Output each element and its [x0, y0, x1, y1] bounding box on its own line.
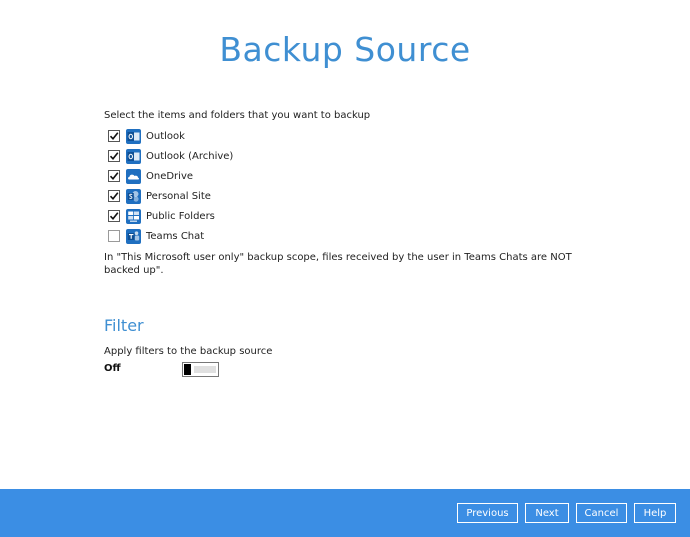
item-label-onedrive: OneDrive — [146, 170, 194, 182]
onedrive-icon — [126, 168, 141, 184]
check-icon — [109, 192, 119, 201]
cancel-button[interactable]: Cancel — [576, 503, 627, 523]
list-item-outlook: Outlook — [108, 126, 233, 146]
public-folders-checkbox[interactable] — [108, 210, 120, 222]
outlook-icon — [126, 128, 141, 144]
check-icon — [109, 172, 119, 181]
outlook-checkbox[interactable] — [108, 130, 120, 142]
backup-source-list: Outlook Outlook (Archive) OneDrive Perso… — [108, 126, 233, 246]
item-label-teams-chat: Teams Chat — [146, 230, 205, 242]
list-item-outlook-archive: Outlook (Archive) — [108, 146, 233, 166]
filter-description: Apply filters to the backup source — [104, 346, 273, 357]
item-label-personal-site: Personal Site — [146, 190, 211, 202]
page-title: Backup Source — [219, 30, 471, 69]
check-icon — [109, 212, 119, 221]
list-item-teams-chat: Teams Chat — [108, 226, 233, 246]
filter-state-label: Off — [104, 363, 121, 374]
personal-site-checkbox[interactable] — [108, 190, 120, 202]
list-item-public-folders: Public Folders — [108, 206, 233, 226]
sharepoint-icon — [126, 188, 141, 204]
check-icon — [109, 132, 119, 141]
teams-chat-checkbox[interactable] — [108, 230, 120, 242]
teams-chat-note: In "This Microsoft user only" backup sco… — [104, 252, 572, 276]
public-folders-icon — [126, 208, 141, 224]
teams-icon — [126, 228, 141, 244]
list-item-personal-site: Personal Site — [108, 186, 233, 206]
toggle-track — [194, 366, 216, 373]
check-icon — [109, 152, 119, 161]
filter-toggle[interactable] — [182, 362, 219, 377]
onedrive-checkbox[interactable] — [108, 170, 120, 182]
item-label-public-folders: Public Folders — [146, 210, 215, 222]
previous-button[interactable]: Previous — [457, 503, 518, 523]
outlook-archive-icon — [126, 148, 141, 164]
toggle-knob — [184, 364, 191, 375]
backup-source-instruction: Select the items and folders that you wa… — [104, 110, 371, 121]
filter-heading: Filter — [104, 316, 144, 335]
help-button[interactable]: Help — [634, 503, 676, 523]
next-button[interactable]: Next — [525, 503, 569, 523]
item-label-outlook-archive: Outlook (Archive) — [146, 150, 234, 162]
footer-bar: Previous Next Cancel Help — [0, 489, 690, 537]
outlook-archive-checkbox[interactable] — [108, 150, 120, 162]
list-item-onedrive: OneDrive — [108, 166, 233, 186]
item-label-outlook: Outlook — [146, 130, 185, 142]
